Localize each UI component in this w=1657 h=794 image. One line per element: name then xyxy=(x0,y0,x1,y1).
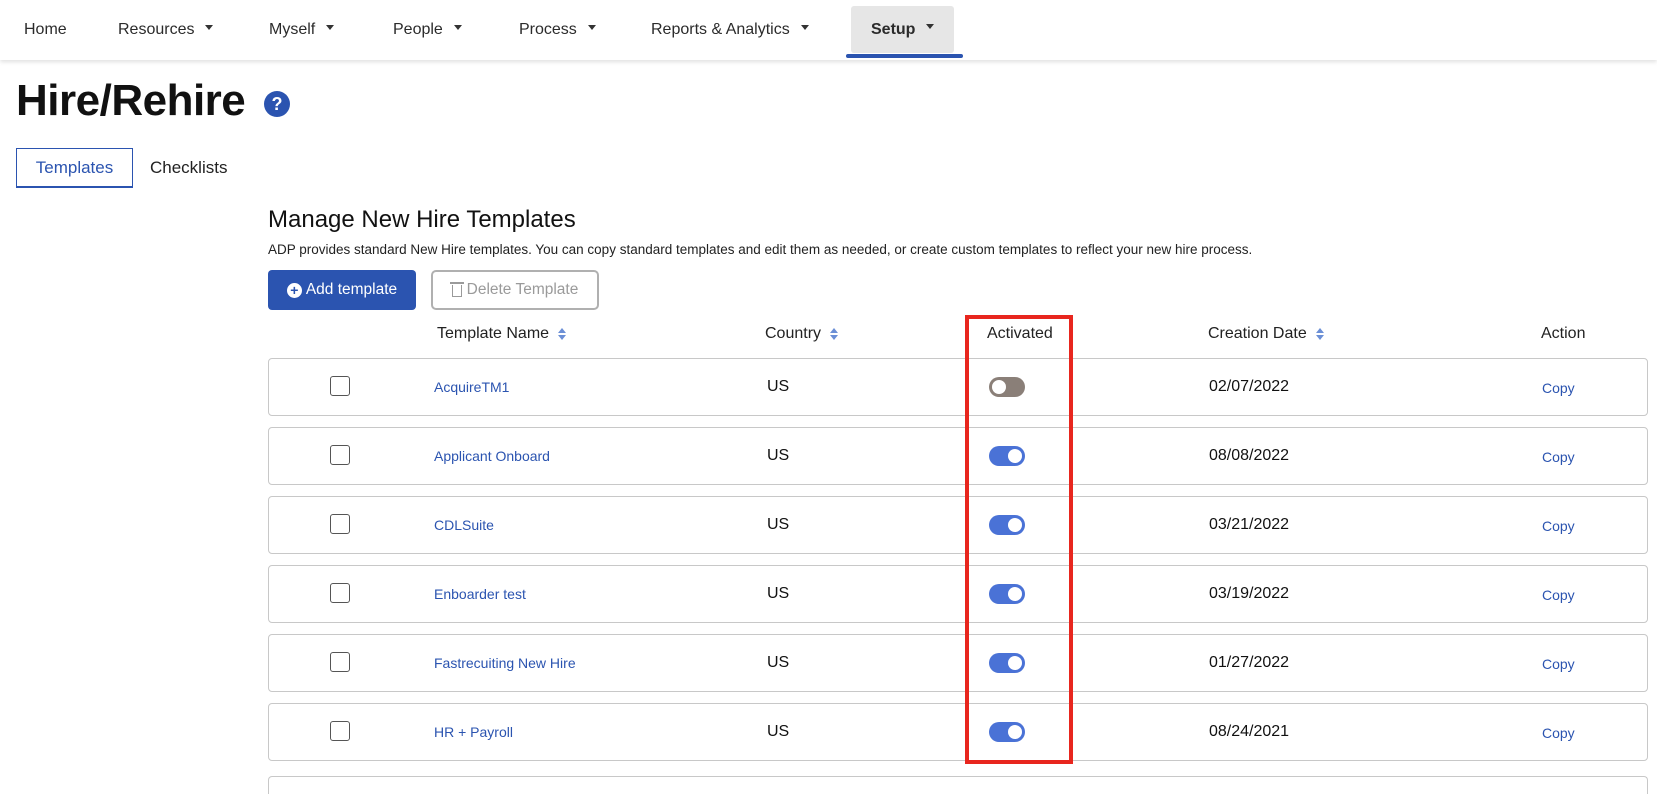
activated-toggle[interactable] xyxy=(989,515,1025,535)
trash-icon xyxy=(449,282,464,297)
country-cell: US xyxy=(767,723,790,740)
header-template-name-label: Template Name xyxy=(437,325,550,342)
copy-link[interactable]: Copy xyxy=(1542,656,1575,672)
caret-down-icon xyxy=(205,24,214,30)
template-name-link[interactable]: Fastrecuiting New Hire xyxy=(434,655,576,671)
active-nav-indicator xyxy=(846,54,963,58)
header-activated-label: Activated xyxy=(987,325,1053,342)
header-action-label: Action xyxy=(1541,325,1586,342)
header-creation-date[interactable]: Creation Date xyxy=(1208,325,1324,343)
plus-circle-icon: + xyxy=(286,282,302,298)
sort-icon xyxy=(830,328,839,340)
tab-templates[interactable]: Templates xyxy=(16,148,133,188)
table-row xyxy=(268,776,1648,794)
table-row: AcquireTM1 US 02/07/2022 Copy xyxy=(268,358,1648,416)
creation-date-cell: 03/19/2022 xyxy=(1209,585,1290,602)
toggle-knob xyxy=(1008,725,1022,739)
row-checkbox[interactable] xyxy=(330,652,350,672)
row-checkbox[interactable] xyxy=(330,583,350,603)
copy-link[interactable]: Copy xyxy=(1542,518,1575,534)
toggle-knob xyxy=(1008,656,1022,670)
tab-checklists[interactable]: Checklists xyxy=(150,148,227,188)
nav-home[interactable]: Home xyxy=(24,0,67,60)
toggle-knob xyxy=(1008,518,1022,532)
template-name-link[interactable]: HR + Payroll xyxy=(434,724,513,740)
help-icon[interactable]: ? xyxy=(264,91,290,117)
nav-setup-label: Setup xyxy=(871,20,916,38)
activated-toggle[interactable] xyxy=(989,446,1025,466)
nav-setup[interactable]: Setup xyxy=(851,6,955,53)
nav-people-label: People xyxy=(393,21,443,38)
section-title: Manage New Hire Templates xyxy=(268,206,576,233)
top-navigation: Home Resources Myself People Process Rep… xyxy=(0,0,1657,60)
nav-myself[interactable]: Myself xyxy=(269,0,335,60)
caret-down-icon xyxy=(587,24,596,30)
table-row: CDLSuite US 03/21/2022 Copy xyxy=(268,496,1648,554)
row-checkbox[interactable] xyxy=(330,514,350,534)
header-template-name[interactable]: Template Name xyxy=(437,325,567,343)
header-country-label: Country xyxy=(765,325,822,342)
header-action: Action xyxy=(1541,325,1585,343)
delete-template-label: Delete Template xyxy=(466,281,579,298)
activated-toggle[interactable] xyxy=(989,584,1025,604)
table-row: Fastrecuiting New Hire US 01/27/2022 Cop… xyxy=(268,634,1648,692)
copy-link[interactable]: Copy xyxy=(1542,587,1575,603)
nav-process-label: Process xyxy=(519,21,577,38)
creation-date-cell: 02/07/2022 xyxy=(1209,378,1290,395)
creation-date-cell: 03/21/2022 xyxy=(1209,516,1290,533)
row-checkbox[interactable] xyxy=(330,376,350,396)
caret-down-icon xyxy=(326,24,335,30)
header-country[interactable]: Country xyxy=(765,325,839,343)
nav-people[interactable]: People xyxy=(393,0,462,60)
caret-down-icon xyxy=(453,24,462,30)
copy-link[interactable]: Copy xyxy=(1542,380,1575,396)
creation-date-cell: 01/27/2022 xyxy=(1209,654,1290,671)
section-description: ADP provides standard New Hire templates… xyxy=(268,242,1253,257)
page-title: Hire/Rehire xyxy=(16,76,246,125)
table-row: HR + Payroll US 08/24/2021 Copy xyxy=(268,703,1648,761)
nav-myself-label: Myself xyxy=(269,21,316,38)
table-row: Applicant Onboard US 08/08/2022 Copy xyxy=(268,427,1648,485)
activated-toggle[interactable] xyxy=(989,722,1025,742)
delete-template-button[interactable]: Delete Template xyxy=(431,270,599,310)
nav-home-label: Home xyxy=(24,21,67,38)
creation-date-cell: 08/08/2022 xyxy=(1209,447,1290,464)
table-row: Enboarder test US 03/19/2022 Copy xyxy=(268,565,1648,623)
country-cell: US xyxy=(767,378,790,395)
header-activated: Activated xyxy=(987,325,1053,343)
add-template-button[interactable]: + Add template xyxy=(268,270,416,310)
toggle-knob xyxy=(1008,449,1022,463)
caret-down-icon xyxy=(926,24,935,29)
country-cell: US xyxy=(767,585,790,602)
template-name-link[interactable]: AcquireTM1 xyxy=(434,379,509,395)
toggle-knob xyxy=(1008,587,1022,601)
nav-resources-label: Resources xyxy=(118,21,195,38)
nav-resources[interactable]: Resources xyxy=(118,0,214,60)
nav-process[interactable]: Process xyxy=(519,0,596,60)
add-template-label: Add template xyxy=(305,281,398,298)
creation-date-cell: 08/24/2021 xyxy=(1209,723,1290,740)
header-creation-date-label: Creation Date xyxy=(1208,325,1307,342)
caret-down-icon xyxy=(800,24,809,30)
template-name-link[interactable]: Enboarder test xyxy=(434,586,526,602)
country-cell: US xyxy=(767,447,790,464)
country-cell: US xyxy=(767,516,790,533)
activated-toggle[interactable] xyxy=(989,653,1025,673)
template-name-link[interactable]: CDLSuite xyxy=(434,517,494,533)
toggle-knob xyxy=(992,380,1006,394)
template-name-link[interactable]: Applicant Onboard xyxy=(434,448,550,464)
sort-icon xyxy=(558,328,567,340)
activated-toggle[interactable] xyxy=(989,377,1025,397)
country-cell: US xyxy=(767,654,790,671)
copy-link[interactable]: Copy xyxy=(1542,449,1575,465)
row-checkbox[interactable] xyxy=(330,721,350,741)
nav-reports-analytics[interactable]: Reports & Analytics xyxy=(651,0,809,60)
nav-reports-analytics-label: Reports & Analytics xyxy=(651,21,790,38)
row-checkbox[interactable] xyxy=(330,445,350,465)
sort-icon xyxy=(1315,328,1324,340)
copy-link[interactable]: Copy xyxy=(1542,725,1575,741)
